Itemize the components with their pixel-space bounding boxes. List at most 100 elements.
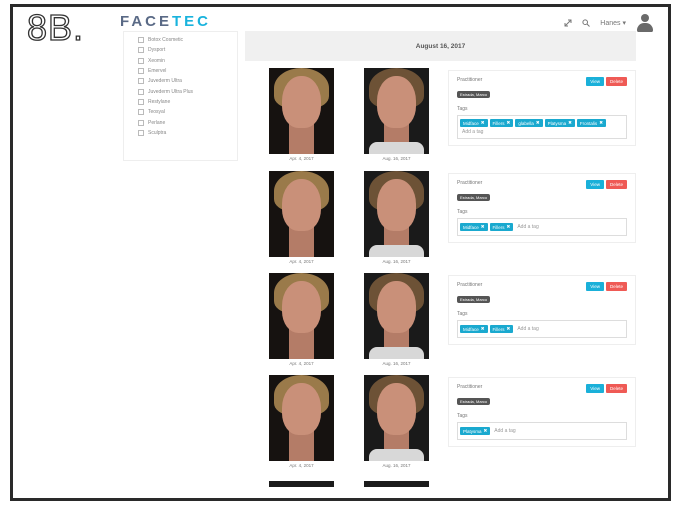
expand-icon[interactable] <box>564 19 572 27</box>
view-button[interactable]: View <box>586 180 604 189</box>
tag-label: Midface <box>463 326 479 332</box>
before-photo[interactable] <box>269 273 334 359</box>
tag-chip[interactable]: Platysma ✖ <box>544 119 575 127</box>
tag-label: Fillers <box>492 224 505 230</box>
tag-chip[interactable]: Fillers ✖ <box>489 119 514 127</box>
filter-checkbox-item[interactable]: Emervel <box>138 66 237 76</box>
after-photo[interactable] <box>364 68 429 154</box>
tag-label: Midface <box>463 224 479 230</box>
filter-label: Perlane <box>148 119 166 126</box>
tag-chip[interactable]: Midface ✖ <box>460 325 488 333</box>
delete-button[interactable]: Delete <box>605 77 627 86</box>
delete-button[interactable]: Delete <box>605 180 627 189</box>
filter-checkbox-item[interactable]: Juvederm Ultra <box>138 76 237 86</box>
view-button[interactable]: View <box>586 77 604 86</box>
remove-tag-icon[interactable]: ✖ <box>599 120 603 126</box>
practitioner-badge: Estrada, Marco <box>457 91 491 98</box>
entry-details-card: View Delete Practitioner Estrada, Marco Tags… <box>448 173 636 243</box>
remove-tag-icon[interactable]: ✖ <box>507 326 511 332</box>
before-photo[interactable] <box>269 68 334 154</box>
user-menu[interactable]: Hanes ▾ <box>600 19 626 27</box>
filter-checkbox-item[interactable]: Dysport <box>138 45 237 55</box>
remove-tag-icon[interactable]: ✖ <box>481 120 485 126</box>
add-tag-input[interactable]: Add a tag <box>517 224 538 230</box>
next-before-photo[interactable] <box>269 481 334 487</box>
remove-tag-icon[interactable]: ✖ <box>481 326 485 332</box>
checkbox[interactable] <box>138 57 144 64</box>
checkbox[interactable] <box>138 129 144 136</box>
treatment-filter-sidebar: Botox Cosmetic Dysport Xeomin Emervel Juvede… <box>123 31 238 161</box>
filter-checkbox-item[interactable]: Perlane <box>138 117 237 127</box>
checkbox[interactable] <box>138 37 144 44</box>
logo-text-face: FACE <box>120 13 173 30</box>
tag-chip[interactable]: Midface ✖ <box>460 119 488 127</box>
delete-button[interactable]: Delete <box>605 282 627 291</box>
after-photo-date: Aug. 16, 2017 <box>382 361 411 366</box>
checkbox[interactable] <box>138 47 144 54</box>
filter-label: Emervel <box>148 68 167 75</box>
view-button[interactable]: View <box>586 282 604 291</box>
filter-checkbox-item[interactable]: Restylane <box>138 97 237 107</box>
delete-button[interactable]: Delete <box>605 384 627 393</box>
remove-tag-icon[interactable]: ✖ <box>568 120 572 126</box>
search-icon[interactable] <box>582 19 591 27</box>
add-tag-input[interactable]: Add a tag <box>462 129 483 135</box>
after-photo[interactable] <box>364 171 429 257</box>
tags-label: Tags <box>457 413 468 419</box>
checkbox[interactable] <box>138 88 144 95</box>
filter-checkbox-item[interactable]: Juvederm Ultra Plus <box>138 86 237 96</box>
tags-input[interactable]: Midface ✖ Fillers ✖ Add a tag <box>457 320 627 338</box>
tag-chip[interactable]: Platysma ✖ <box>460 427 491 435</box>
tags-input[interactable]: Midface ✖ Fillers ✖ glabella ✖ Platysma ✖ Fronta… <box>457 115 627 139</box>
tag-chip[interactable]: Fillers ✖ <box>489 325 514 333</box>
after-photo[interactable] <box>364 273 429 359</box>
tag-chip[interactable]: Frontalis ✖ <box>576 119 606 127</box>
after-photo-date: Aug. 16, 2017 <box>382 463 411 468</box>
tag-chip[interactable]: Fillers ✖ <box>489 223 514 231</box>
filter-label: Dysport <box>148 47 166 54</box>
comparison-entry: Apr. 4, 2017 Aug. 16, 2017 View Delete Pract… <box>245 68 636 166</box>
filter-label: Xeomin <box>148 57 165 64</box>
before-photo[interactable] <box>269 171 334 257</box>
filter-checkbox-item[interactable]: Sculptra <box>138 128 237 138</box>
tags-label: Tags <box>457 311 468 317</box>
practitioner-badge: Estrada, Marco <box>457 296 491 303</box>
remove-tag-icon[interactable]: ✖ <box>481 224 485 230</box>
filter-checkbox-item[interactable]: Xeomin <box>138 56 237 66</box>
filter-label: Juvederm Ultra <box>148 78 182 85</box>
figure-label: 8B. <box>26 7 85 48</box>
remove-tag-icon[interactable]: ✖ <box>536 120 540 126</box>
tag-label: Fillers <box>492 326 505 332</box>
next-after-photo[interactable] <box>364 481 429 487</box>
filter-checkbox-item[interactable]: Botox Cosmetic <box>138 35 237 45</box>
tags-input[interactable]: Platysma ✖ Add a tag <box>457 422 627 440</box>
after-photo[interactable] <box>364 375 429 461</box>
checkbox[interactable] <box>138 119 144 126</box>
user-name: Hanes <box>600 20 621 27</box>
filter-label: Teosyal <box>148 109 165 116</box>
tag-label: Platysma <box>463 428 482 434</box>
after-photo-date: Aug. 16, 2017 <box>382 259 411 264</box>
practitioner-badge: Estrada, Marco <box>457 398 491 405</box>
checkbox[interactable] <box>138 109 144 116</box>
checkbox[interactable] <box>138 98 144 105</box>
after-photo-date: Aug. 16, 2017 <box>382 156 411 161</box>
filter-checkbox-item[interactable]: Teosyal <box>138 107 237 117</box>
checkbox[interactable] <box>138 68 144 75</box>
add-tag-input[interactable]: Add a tag <box>517 326 538 332</box>
checkbox[interactable] <box>138 78 144 85</box>
add-tag-input[interactable]: Add a tag <box>494 428 515 434</box>
remove-tag-icon[interactable]: ✖ <box>507 224 511 230</box>
view-button[interactable]: View <box>586 384 604 393</box>
tags-input[interactable]: Midface ✖ Fillers ✖ Add a tag <box>457 218 627 236</box>
remove-tag-icon[interactable]: ✖ <box>507 120 511 126</box>
tag-chip[interactable]: glabella ✖ <box>515 119 543 127</box>
facetec-logo[interactable]: FACETEC <box>120 13 211 30</box>
before-photo[interactable] <box>269 375 334 461</box>
tag-label: Midface <box>463 120 479 126</box>
avatar-icon[interactable] <box>636 14 654 32</box>
comparison-entry: Apr. 4, 2017 Aug. 16, 2017 View Delete Pract… <box>245 273 636 371</box>
remove-tag-icon[interactable]: ✖ <box>484 428 488 434</box>
tag-chip[interactable]: Midface ✖ <box>460 223 488 231</box>
tag-label: glabella <box>518 120 534 126</box>
